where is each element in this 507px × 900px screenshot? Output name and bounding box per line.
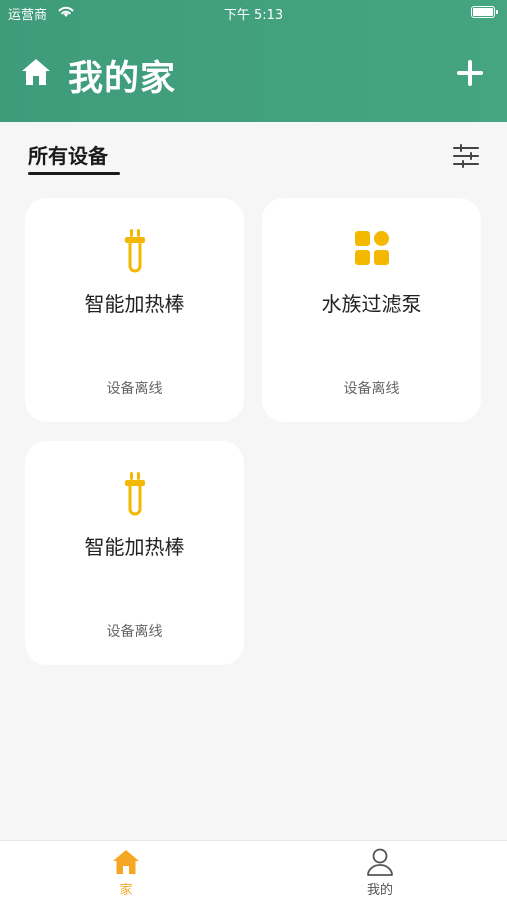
device-name: 智能加热棒 — [84, 535, 185, 559]
header: 运营商 下午 5:13 我的家 — [0, 0, 507, 122]
page-title: 我的家 — [68, 59, 177, 99]
status-bar: 运营商 下午 5:13 — [0, 0, 507, 26]
app-root: 运营商 下午 5:13 我的家 所有设备 智能加热棒 设备离线 水族过滤泵 设备… — [0, 0, 507, 900]
tab-underline — [28, 172, 120, 175]
tab-mine[interactable]: 我的 — [350, 847, 410, 898]
home-icon — [22, 59, 50, 85]
device-name: 智能加热棒 — [84, 292, 185, 316]
status-time: 下午 5:13 — [223, 8, 284, 23]
heater-plug-icon — [124, 472, 145, 516]
tab-all-devices[interactable]: 所有设备 — [28, 140, 108, 169]
tab-mine-label: 我的 — [366, 883, 393, 898]
device-name: 水族过滤泵 — [321, 292, 422, 316]
heater-plug-icon — [124, 229, 145, 273]
device-card[interactable]: 智能加热棒 设备离线 — [25, 198, 244, 422]
device-status: 设备离线 — [106, 381, 163, 397]
grid-apps-icon — [354, 231, 389, 265]
battery-icon — [471, 6, 498, 18]
tab-home-label: 家 — [119, 883, 133, 898]
device-card[interactable]: 智能加热棒 设备离线 — [25, 441, 244, 665]
device-status: 设备离线 — [106, 624, 163, 640]
home-icon — [113, 850, 139, 874]
device-status: 设备离线 — [343, 381, 400, 397]
person-icon — [367, 848, 393, 876]
add-device-button[interactable] — [457, 60, 483, 86]
bottom-tab-bar: 家 我的 — [0, 840, 507, 900]
tab-home[interactable]: 家 — [96, 847, 156, 898]
filter-settings-icon[interactable] — [453, 143, 479, 169]
device-card[interactable]: 水族过滤泵 设备离线 — [262, 198, 481, 422]
